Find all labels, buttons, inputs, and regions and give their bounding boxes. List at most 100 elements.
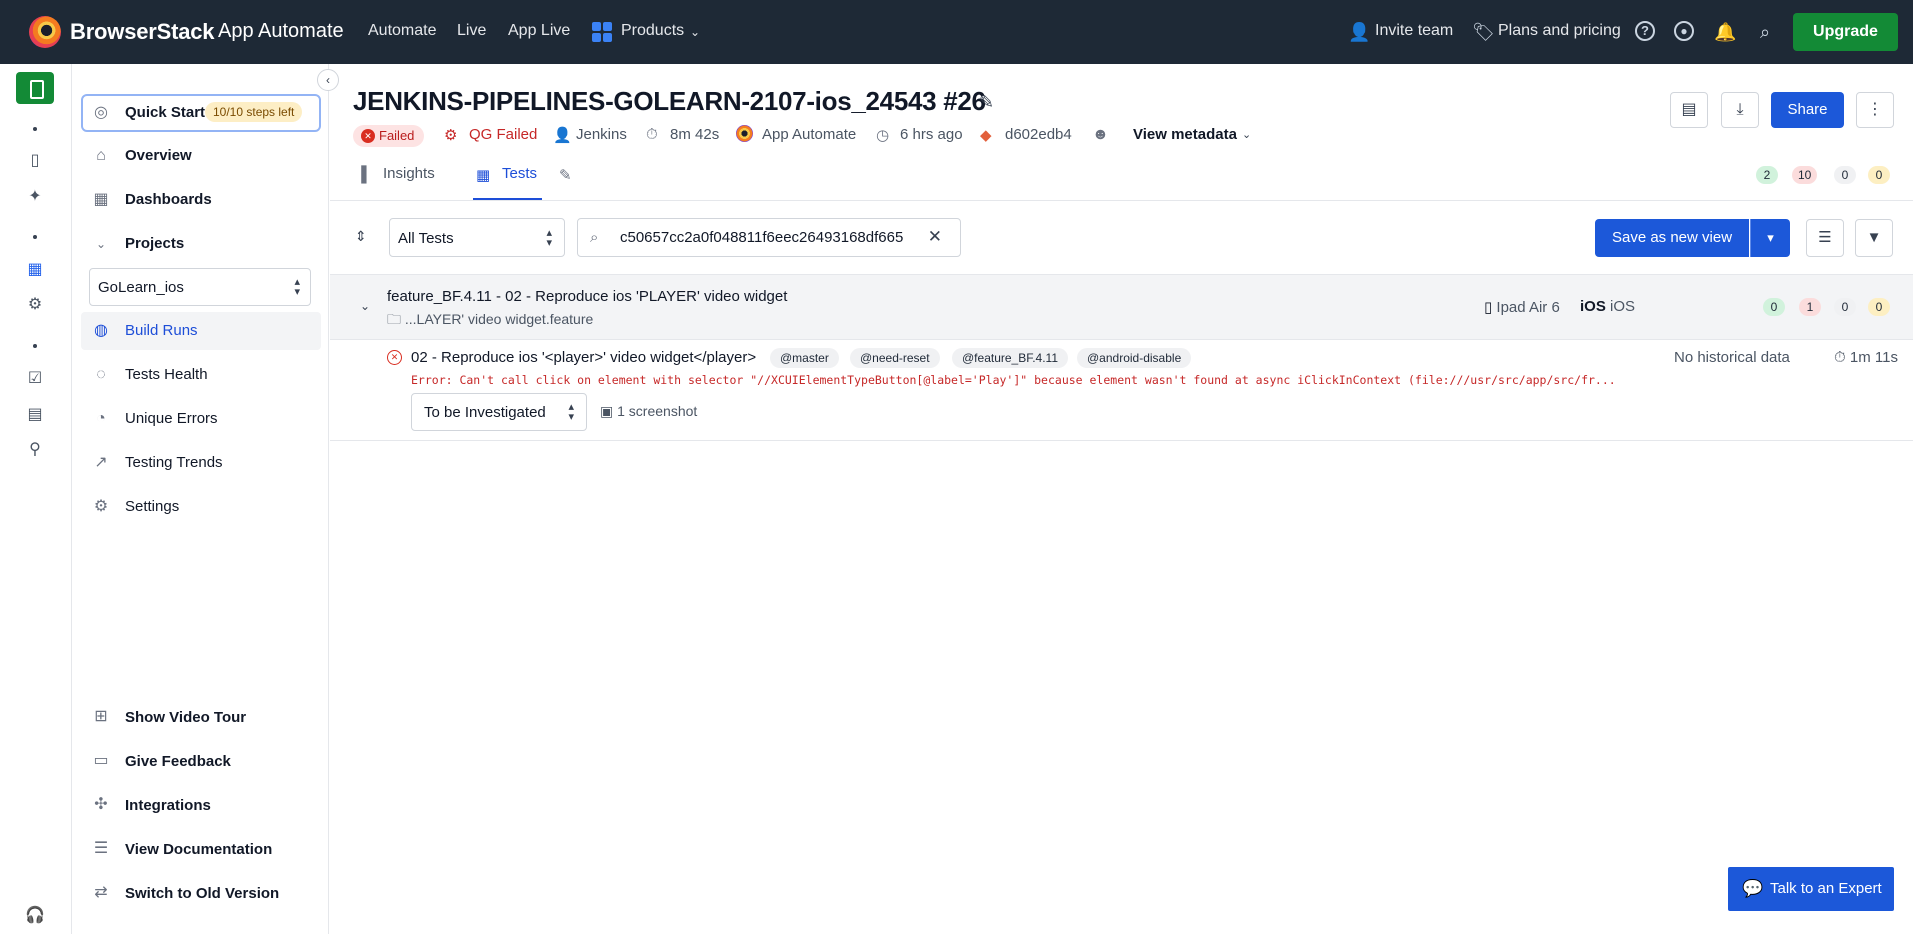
chat-icon: 💬 — [1742, 879, 1764, 898]
more-options-button[interactable]: ⋮ — [1856, 92, 1894, 128]
bell-icon[interactable]: 🔔 — [1714, 21, 1736, 43]
plans-pricing-link[interactable]: Plans and pricing — [1498, 22, 1621, 40]
sidebar-item-unique-errors[interactable]: Unique Errors — [125, 410, 218, 427]
pencil-icon[interactable]: ✎ — [559, 166, 572, 184]
magic-wand-icon[interactable]: ✎ — [979, 92, 994, 113]
search-icon: ⌕ — [590, 229, 599, 246]
nav-app-live[interactable]: App Live — [508, 22, 570, 40]
investigation-status-select[interactable]: To be Investigated ▴ ▾ — [411, 393, 587, 431]
test-tag[interactable]: @master — [770, 348, 839, 368]
sidebar-item-testing-trends[interactable]: Testing Trends — [125, 454, 223, 471]
chevron-down-icon[interactable]: ⌄ — [360, 299, 370, 313]
sidebar-item-build-runs[interactable]: Build Runs — [125, 322, 198, 339]
view-metadata-dropdown[interactable]: View metadata — [1133, 126, 1237, 143]
test-tag[interactable]: @android-disable — [1077, 348, 1192, 368]
chevron-down-icon[interactable]: ⌄ — [91, 234, 111, 254]
test-observability-icon[interactable]: ▦ — [24, 259, 46, 281]
report-icon[interactable]: ☑ — [24, 368, 46, 390]
test-duration-value: 1m 11s — [1849, 349, 1898, 366]
select-arrows-icon: ▴ ▾ — [546, 227, 552, 249]
tag-icon[interactable]: 🏷 — [1472, 21, 1495, 43]
browserstack-logo-icon[interactable] — [29, 16, 61, 48]
compass-icon: ◎ — [94, 104, 108, 121]
app-automate-rail-icon[interactable] — [16, 72, 54, 104]
triggered-by: Jenkins — [576, 126, 627, 143]
search-input[interactable] — [620, 229, 920, 246]
tab-tests[interactable]: Tests — [502, 165, 537, 182]
nav-automate[interactable]: Automate — [368, 22, 436, 40]
filter-button[interactable]: ▼ — [1855, 219, 1893, 257]
search-icon[interactable]: ⌕ — [1754, 21, 1776, 43]
invite-user-icon[interactable]: 👤 — [1348, 21, 1370, 43]
upgrade-button[interactable]: Upgrade — [1793, 13, 1898, 51]
sidebar-item-integrations[interactable]: Integrations — [125, 797, 211, 814]
test-tag[interactable]: @feature_BF.4.11 — [952, 348, 1069, 368]
trend-icon: ↗ — [94, 454, 108, 471]
browserstack-logo-icon — [736, 125, 753, 142]
comment-button[interactable]: ▤ — [1670, 92, 1708, 128]
top-navbar: BrowserStack App Automate Automate Live … — [0, 0, 1913, 64]
screenshot-link[interactable]: ▣ 1 screenshot — [600, 403, 697, 420]
talk-to-expert-button[interactable]: 💬 Talk to an Expert — [1728, 867, 1894, 911]
nav-products[interactable]: Products — [621, 22, 684, 40]
analytics-icon[interactable]: ⚲ — [24, 439, 46, 461]
products-grid-icon[interactable] — [592, 22, 612, 42]
collapse-all-icon[interactable]: ⇕ — [355, 228, 367, 245]
project-select[interactable]: GoLearn_ios ▴ ▾ — [89, 268, 311, 306]
feedback-icon: ▭ — [93, 752, 109, 769]
headset-icon[interactable]: 🎧 — [24, 905, 46, 927]
sidebar-item-projects[interactable]: Projects — [125, 235, 184, 252]
video-tour-icon: ⊞ — [94, 708, 108, 725]
test-tag[interactable]: @need-reset — [850, 348, 940, 368]
test-name[interactable]: 02 - Reproduce ios '<player>' video widg… — [411, 349, 756, 366]
time-ago: 6 hrs ago — [900, 126, 963, 143]
status-badge: Failed — [353, 125, 425, 147]
mobile-device-icon: ▯ — [1484, 299, 1497, 316]
historical-data: No historical data — [1674, 349, 1790, 366]
unique-errors-icon: ◔ — [96, 410, 106, 427]
chevron-down-icon[interactable]: ⌄ — [690, 25, 700, 39]
nav-live[interactable]: Live — [457, 22, 486, 40]
test-management-icon[interactable]: ⚙ — [24, 294, 46, 316]
test-filter-select[interactable]: All Tests ▴ ▾ — [389, 218, 565, 257]
rail-separator-dot — [33, 127, 37, 131]
chevron-down-icon[interactable]: ⌄ — [1242, 128, 1251, 141]
other-count[interactable]: 0 — [1868, 166, 1890, 184]
group-failed-count: 1 — [1799, 298, 1821, 316]
skipped-count[interactable]: 0 — [1834, 166, 1856, 184]
clear-search-icon[interactable]: ✕ — [928, 227, 942, 247]
product-name[interactable]: App Automate — [218, 20, 344, 43]
passed-count[interactable]: 2 — [1756, 166, 1778, 184]
download-button[interactable]: ⤓ — [1721, 92, 1759, 128]
collapse-sidebar-button[interactable]: ‹ — [317, 69, 339, 91]
sidebar-item-tests-health[interactable]: Tests Health — [125, 366, 208, 383]
dashboard-check-icon[interactable]: ▤ — [24, 404, 46, 426]
quality-gate-status[interactable]: QG Failed — [469, 126, 537, 146]
sidebar-item-documentation[interactable]: View Documentation — [125, 841, 272, 858]
brand-name[interactable]: BrowserStack — [70, 19, 215, 45]
sidebar-item-overview[interactable]: Overview — [125, 147, 192, 164]
sidebar-item-settings[interactable]: Settings — [125, 498, 179, 515]
kebab-icon: ⋮ — [1867, 101, 1883, 118]
sidebar-item-feedback[interactable]: Give Feedback — [125, 753, 231, 770]
sidebar-item-dashboards[interactable]: Dashboards — [125, 191, 212, 208]
stopwatch-icon: ⏱ — [1834, 349, 1850, 366]
sidebar-item-old-version[interactable]: Switch to Old Version — [125, 885, 279, 902]
share-button[interactable]: Share — [1771, 92, 1844, 128]
error-message[interactable]: Error: Can't call click on element with … — [411, 373, 1655, 387]
accessibility-icon[interactable]: ✦ — [24, 186, 46, 208]
save-view-dropdown-button[interactable]: ▾ — [1750, 219, 1790, 257]
gitlab-icon: ◆ — [980, 127, 992, 144]
save-as-new-view-button[interactable]: Save as new view — [1595, 219, 1749, 257]
account-icon[interactable]: ● — [1674, 21, 1694, 41]
sort-button[interactable]: ☰ — [1806, 219, 1844, 257]
help-icon[interactable]: ? — [1635, 21, 1655, 41]
tab-insights[interactable]: Insights — [383, 165, 435, 182]
comment-icon: ▤ — [1681, 101, 1697, 118]
failed-count[interactable]: 10 — [1792, 166, 1818, 184]
talk-to-expert-label: Talk to an Expert — [1770, 880, 1882, 897]
invite-team-link[interactable]: Invite team — [1375, 22, 1453, 40]
commit-hash[interactable]: d602edb4 — [1005, 126, 1072, 146]
sidebar-item-video-tour[interactable]: Show Video Tour — [125, 709, 246, 726]
product-a-icon[interactable]: ▯ — [24, 150, 46, 172]
